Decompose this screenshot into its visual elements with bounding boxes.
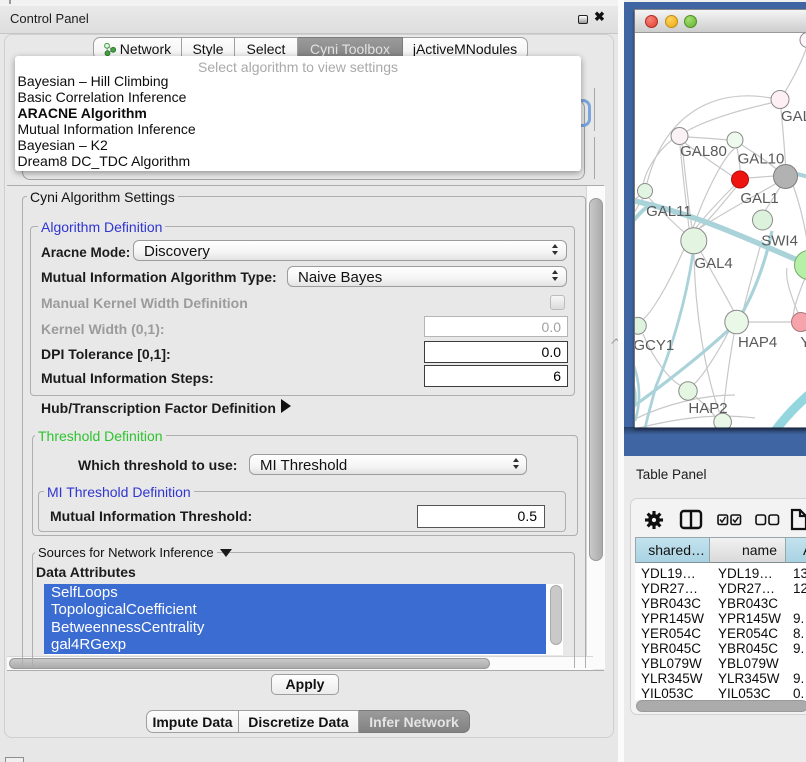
svg-text:GAL11: GAL11 xyxy=(646,203,692,220)
svg-text:HAP4: HAP4 xyxy=(738,334,777,351)
svg-text:Y: Y xyxy=(800,334,806,351)
svg-text:SWI4: SWI4 xyxy=(761,233,798,250)
svg-text:GAL4: GAL4 xyxy=(694,255,732,272)
svg-text:GAL: GAL xyxy=(781,108,806,125)
svg-text:GCY1: GCY1 xyxy=(635,337,674,354)
svg-text:HAP2: HAP2 xyxy=(688,400,727,417)
svg-text:GAL80: GAL80 xyxy=(680,143,727,160)
svg-text:GAL10: GAL10 xyxy=(738,151,785,168)
svg-text:GAL1: GAL1 xyxy=(740,190,778,207)
